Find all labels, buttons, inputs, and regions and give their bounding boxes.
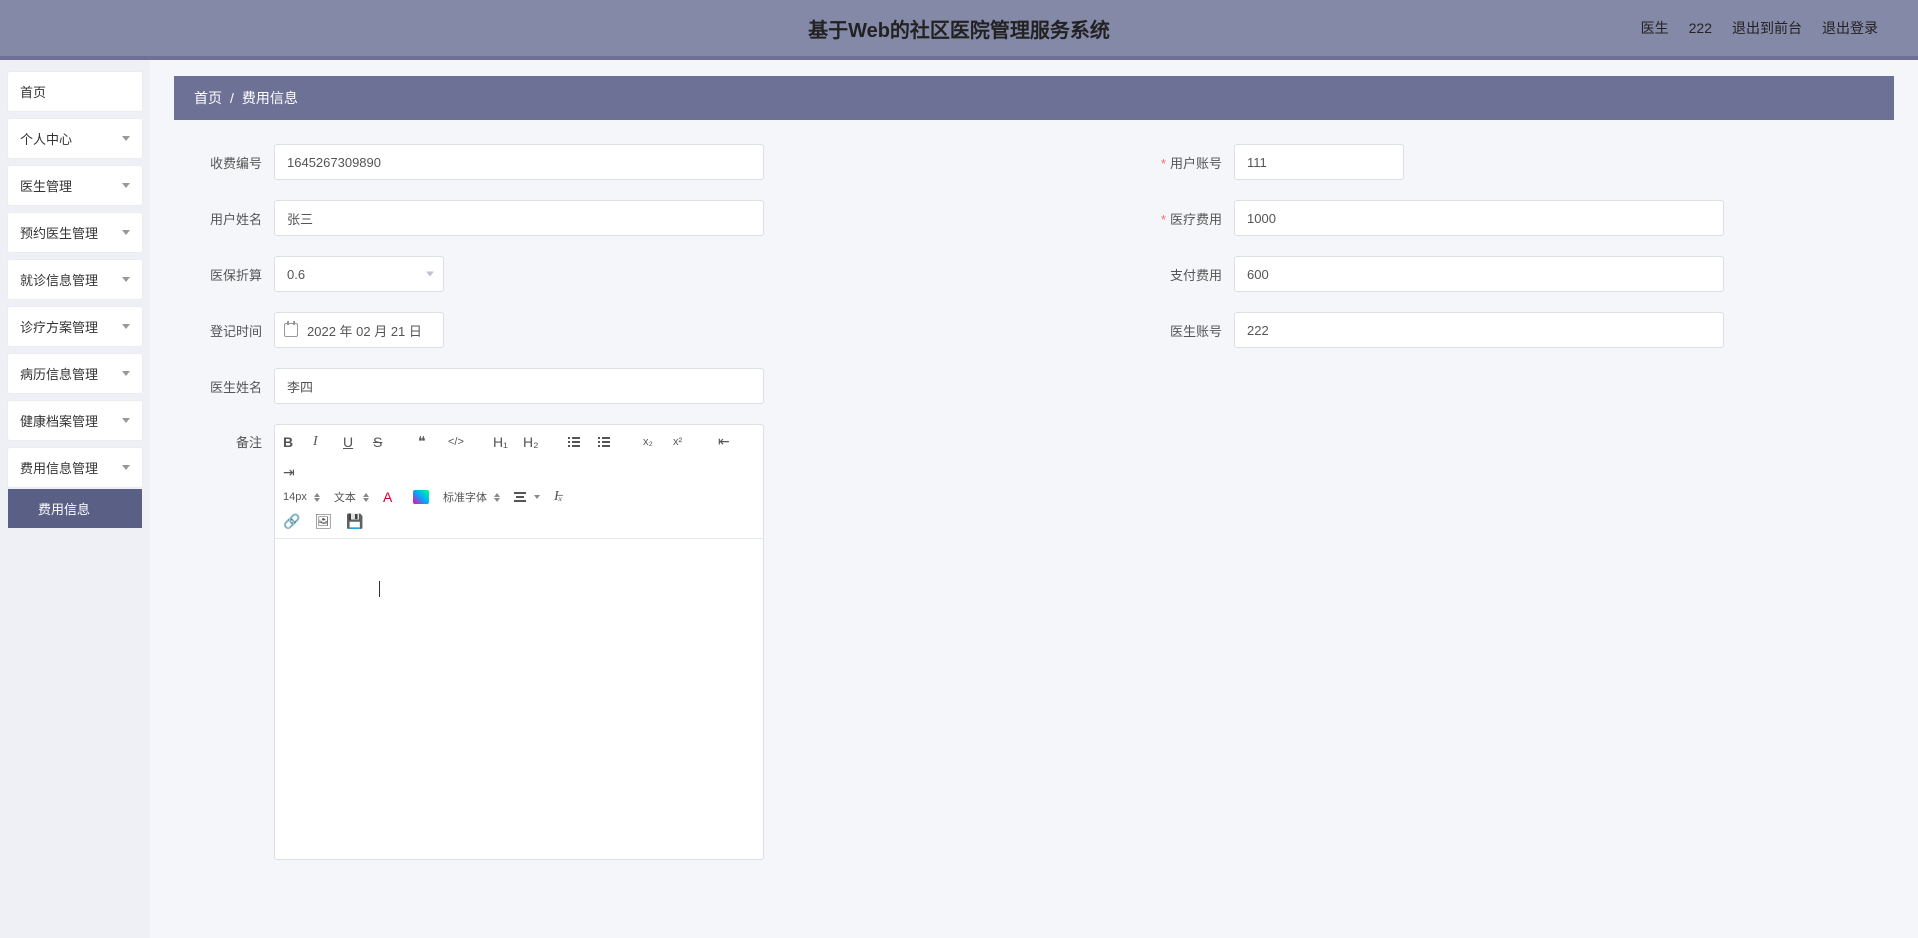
input-pay-fee[interactable] [1234, 256, 1724, 292]
sidebar-item-label: 首页 [20, 82, 46, 101]
sidebar-item-label: 预约医生管理 [20, 223, 98, 242]
breadcrumb: 首页 / 费用信息 [174, 76, 1894, 120]
sidebar-item-doctor-mgmt[interactable]: 医生管理 [8, 166, 142, 205]
rich-editor: B I U S ❝ </> H₁ H₂ [274, 424, 764, 860]
sidebar-item-label: 病历信息管理 [20, 364, 98, 383]
align-icon[interactable] [514, 489, 540, 505]
indent-right-icon[interactable]: ⇥ [283, 464, 299, 481]
editor-body[interactable] [275, 539, 763, 859]
label-medical-fee: *医疗费用 [1134, 209, 1234, 228]
breadcrumb-sep: / [230, 90, 234, 106]
chevron-down-icon [122, 371, 130, 376]
user-role[interactable]: 医生 [1641, 18, 1669, 38]
quote-icon[interactable]: ❝ [418, 433, 434, 450]
chevron-down-icon [122, 183, 130, 188]
link-icon[interactable]: 🔗 [283, 513, 300, 530]
bullet-list-icon[interactable] [598, 437, 614, 447]
superscript-icon[interactable]: x² [673, 436, 689, 448]
subscript-icon[interactable]: x₂ [643, 436, 659, 448]
user-name[interactable]: 222 [1689, 20, 1712, 36]
sidebar-item-label: 健康档案管理 [20, 411, 98, 430]
topbar-right: 医生 222 退出到前台 退出登录 [1641, 18, 1878, 38]
chevron-down-icon [122, 324, 130, 329]
logout-link[interactable]: 退出登录 [1822, 18, 1878, 38]
form: 收费编号 *用户账号 用户姓名 *医疗费用 [174, 120, 1894, 904]
app-title: 基于Web的社区医院管理服务系统 [808, 14, 1110, 43]
image-icon[interactable]: 🖼 [314, 513, 332, 530]
label-fee-no: 收费编号 [174, 153, 274, 172]
breadcrumb-current: 费用信息 [242, 88, 298, 108]
label-reg-time: 登记时间 [174, 321, 274, 340]
input-doctor-name[interactable] [274, 368, 764, 404]
sidebar-item-appointment-mgmt[interactable]: 预约医生管理 [8, 213, 142, 252]
label-user-name: 用户姓名 [174, 209, 274, 228]
input-user-account[interactable] [1234, 144, 1404, 180]
sidebar-item-health-mgmt[interactable]: 健康档案管理 [8, 401, 142, 440]
strike-icon[interactable]: S [373, 434, 389, 450]
ordered-list-icon[interactable] [568, 437, 584, 447]
label-insurance-ratio: 医保折算 [174, 265, 274, 284]
logout-front-link[interactable]: 退出到前台 [1732, 18, 1802, 38]
font-color-icon[interactable]: A [383, 489, 399, 505]
sidebar-item-label: 个人中心 [20, 129, 72, 148]
italic-icon[interactable]: I [313, 434, 329, 450]
text-caret [379, 581, 380, 597]
sidebar-item-label: 就诊信息管理 [20, 270, 98, 289]
font-family-select[interactable]: 标准字体 [443, 489, 500, 505]
input-user-name[interactable] [274, 200, 764, 236]
chevron-down-icon [122, 418, 130, 423]
chevron-down-icon [122, 277, 130, 282]
font-size-select[interactable]: 14px [283, 491, 320, 503]
input-fee-no[interactable] [274, 144, 764, 180]
submenu: 费用信息 [8, 489, 142, 528]
top-bar: 基于Web的社区医院管理服务系统 医生 222 退出到前台 退出登录 [0, 0, 1918, 60]
input-reg-time[interactable] [274, 312, 444, 348]
sidebar-item-treatment-mgmt[interactable]: 诊疗方案管理 [8, 307, 142, 346]
sidebar-item-personal[interactable]: 个人中心 [8, 119, 142, 158]
font-type-select[interactable]: 文本 [334, 489, 369, 505]
clear-format-icon[interactable]: I̶ₓ [554, 489, 570, 505]
sidebar: 首页 个人中心 医生管理 预约医生管理 就诊信息管理 诊疗方案管理 病历信息管理… [0, 60, 150, 938]
h2-icon[interactable]: H₂ [523, 434, 539, 450]
sidebar-item-label: 诊疗方案管理 [20, 317, 98, 336]
breadcrumb-home[interactable]: 首页 [194, 88, 222, 108]
chevron-down-icon [122, 136, 130, 141]
chevron-down-icon [122, 465, 130, 470]
input-doctor-account[interactable] [1234, 312, 1724, 348]
label-doctor-account: 医生账号 [1134, 321, 1234, 340]
label-user-account: *用户账号 [1134, 153, 1234, 172]
submenu-item-label: 费用信息 [38, 502, 90, 517]
editor-toolbar: B I U S ❝ </> H₁ H₂ [275, 425, 763, 539]
sidebar-item-label: 医生管理 [20, 176, 72, 195]
bold-icon[interactable]: B [283, 434, 299, 450]
input-medical-fee[interactable] [1234, 200, 1724, 236]
code-icon[interactable]: </> [448, 436, 464, 448]
indent-left-icon[interactable]: ⇤ [718, 433, 734, 450]
sidebar-item-home[interactable]: 首页 [8, 72, 142, 111]
main-content: 首页 / 费用信息 收费编号 *用户账号 用户姓名 [150, 60, 1918, 938]
sidebar-item-fee-mgmt[interactable]: 费用信息管理 [8, 448, 142, 487]
chevron-down-icon [122, 230, 130, 235]
label-pay-fee: 支付费用 [1134, 265, 1234, 284]
h1-icon[interactable]: H₁ [493, 434, 509, 450]
sidebar-item-record-mgmt[interactable]: 病历信息管理 [8, 354, 142, 393]
sidebar-item-label: 费用信息管理 [20, 458, 98, 477]
label-remark: 备注 [174, 424, 274, 451]
select-insurance-ratio[interactable] [274, 256, 444, 292]
save-icon[interactable]: 💾 [346, 513, 363, 530]
label-doctor-name: 医生姓名 [174, 377, 274, 396]
bg-color-icon[interactable] [413, 490, 429, 504]
sidebar-item-visit-mgmt[interactable]: 就诊信息管理 [8, 260, 142, 299]
underline-icon[interactable]: U [343, 434, 359, 450]
sidebar-item-fee-info[interactable]: 费用信息 [8, 489, 142, 528]
